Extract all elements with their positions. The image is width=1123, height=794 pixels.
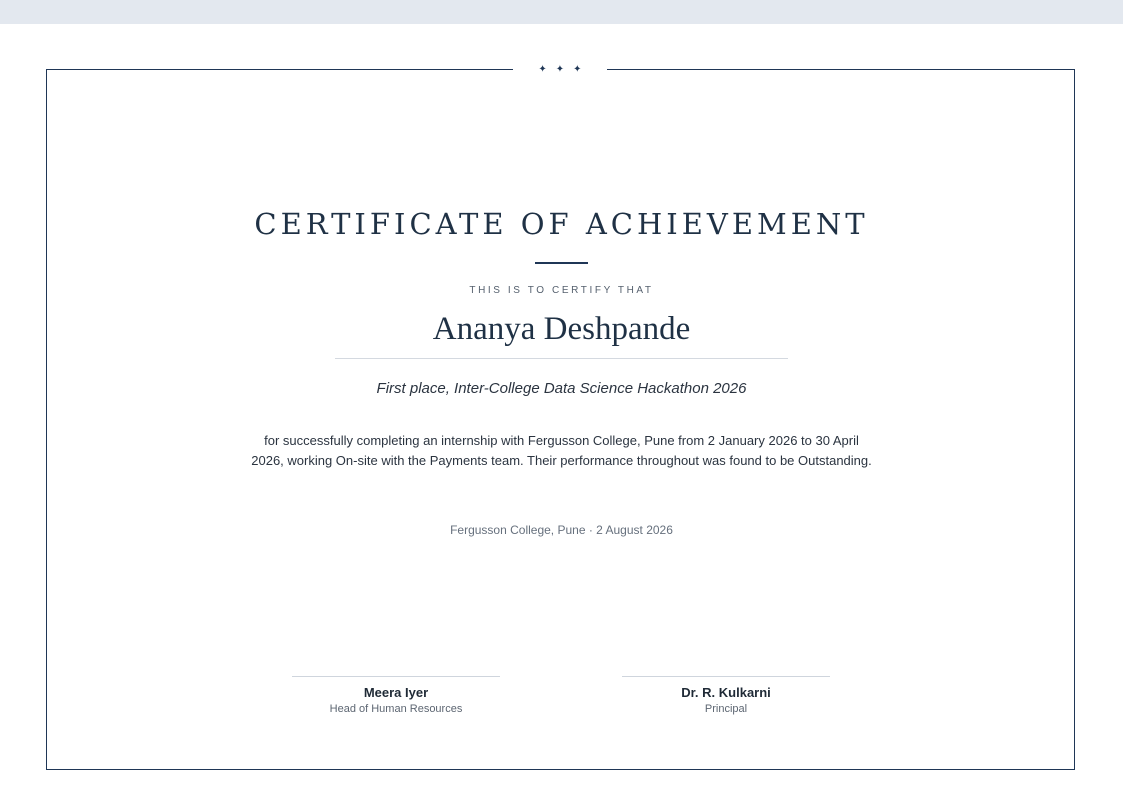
achievement-line: First place, Inter-College Data Science … <box>376 380 747 397</box>
issuer-date: Fergusson College, Pune · 2 August 2026 <box>450 523 673 537</box>
certificate-frame <box>46 69 1075 770</box>
signatory-name: Meera Iyer <box>363 685 429 700</box>
recipient-name: Ananya Deshpande <box>432 311 691 347</box>
signature-block-right: Dr. R. Kulkarni Principal <box>622 676 830 717</box>
title-divider <box>535 262 588 264</box>
top-strip <box>0 0 1123 24</box>
certificate-title: CERTIFICATE OF ACHIEVEMENT <box>254 207 869 241</box>
certify-line: THIS IS TO CERTIFY THAT <box>469 285 654 296</box>
signatory-role: Principal <box>704 703 748 715</box>
certificate-body: for successfully completing an internshi… <box>251 433 872 468</box>
signature-block-left: Meera Iyer Head of Human Resources <box>292 676 500 717</box>
signatory-role: Head of Human Resources <box>329 703 463 715</box>
signatory-name: Dr. R. Kulkarni <box>681 685 771 700</box>
name-underline <box>335 358 788 359</box>
ornament-stars-icon: ✦✦✦ <box>513 59 607 81</box>
